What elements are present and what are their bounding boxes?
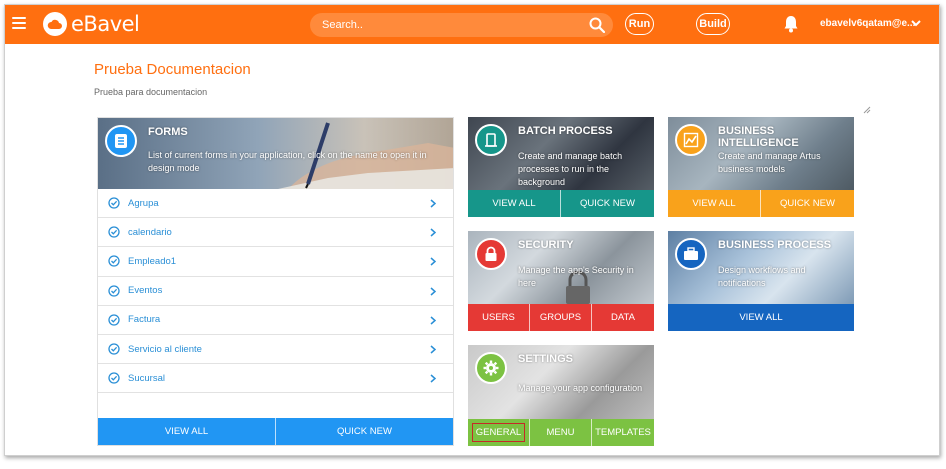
business-process-card: BUSINESS PROCESS Design workflows and no… <box>668 231 854 331</box>
chevron-right-icon <box>430 286 436 296</box>
check-circle-icon <box>108 314 120 326</box>
chevron-right-icon <box>430 345 436 354</box>
general-button-label: GENERAL <box>471 423 526 442</box>
list-item[interactable]: Sucursal <box>98 364 453 394</box>
settings-header: SETTINGS Manage your app configuration <box>468 345 654 419</box>
batch-process-title: BATCH PROCESS <box>518 125 613 137</box>
chevron-right-icon <box>430 228 436 237</box>
business-intelligence-header: BUSINESS INTELLIGENCE Create and manage … <box>668 117 854 190</box>
bell-icon[interactable] <box>783 15 799 33</box>
security-actions: USERS GROUPS DATA <box>468 304 654 331</box>
settings-title: SETTINGS <box>518 353 574 365</box>
gear-icon <box>475 352 507 384</box>
batch-process-description: Create and manage batch processes to run… <box>518 151 623 187</box>
build-button[interactable]: Build <box>696 13 730 35</box>
check-circle-icon <box>108 255 120 268</box>
list-item-label: calendario <box>128 226 172 238</box>
forms-description: List of current forms in your applicatio… <box>148 150 427 173</box>
bi-quick-new-button[interactable]: QUICK NEW <box>761 190 854 217</box>
forms-actions: VIEW ALL QUICK NEW <box>98 418 453 445</box>
document-icon <box>105 125 137 157</box>
batch-process-card: BATCH PROCESS Create and manage batch pr… <box>468 117 654 217</box>
settings-description: Manage your app configuration <box>518 383 643 393</box>
templates-button[interactable]: TEMPLATES <box>592 419 654 446</box>
bp-view-all-button[interactable]: VIEW ALL <box>668 304 854 331</box>
business-process-actions: VIEW ALL <box>668 304 854 331</box>
list-item-label: Empleado1 <box>128 255 177 267</box>
list-item[interactable]: Eventos <box>98 277 453 306</box>
page-title: Prueba Documentacion <box>94 61 251 78</box>
security-description: Manage the app's Security in here <box>518 265 634 288</box>
forms-title: FORMS <box>148 126 188 138</box>
top-bar: eBavel Run Build ebavelv6qatam@e... <box>5 5 939 44</box>
security-header: SECURITY Manage the app's Security in he… <box>468 231 654 304</box>
settings-actions: GENERAL MENU TEMPLATES <box>468 419 654 446</box>
business-process-description: Design workflows and notifications <box>718 265 806 288</box>
check-circle-icon <box>108 372 120 384</box>
business-intelligence-card: BUSINESS INTELLIGENCE Create and manage … <box>668 117 854 217</box>
check-circle-icon <box>108 285 120 297</box>
list-item-label: Factura <box>128 314 161 326</box>
search-box[interactable] <box>310 13 613 37</box>
check-circle-icon <box>108 197 120 209</box>
bi-view-all-button[interactable]: VIEW ALL <box>668 190 761 217</box>
list-item[interactable]: Agrupa <box>98 189 453 219</box>
list-item-label: Agrupa <box>128 197 159 209</box>
cloud-logo-icon <box>43 12 67 36</box>
briefcase-icon <box>675 238 707 270</box>
lock-icon <box>475 238 507 270</box>
list-item-label: Eventos <box>128 285 163 297</box>
check-circle-icon <box>108 343 120 355</box>
chevron-right-icon <box>430 316 436 325</box>
list-item[interactable]: Empleado1 <box>98 247 453 277</box>
batch-quick-new-button[interactable]: QUICK NEW <box>561 190 654 217</box>
search-input[interactable] <box>322 16 572 34</box>
batch-process-actions: VIEW ALL QUICK NEW <box>468 190 654 217</box>
app-window: eBavel Run Build ebavelv6qatam@e... Prue… <box>4 4 940 456</box>
check-circle-icon <box>108 226 120 238</box>
list-item[interactable]: Factura <box>98 306 453 335</box>
run-button[interactable]: Run <box>625 13 654 35</box>
batch-view-all-button[interactable]: VIEW ALL <box>468 190 561 217</box>
app-name: eBavel <box>71 12 140 36</box>
security-card: SECURITY Manage the app's Security in he… <box>468 231 654 331</box>
chevron-right-icon <box>430 374 436 383</box>
list-item-label: Sucursal <box>128 372 165 384</box>
forms-card: FORMS List of current forms in your appl… <box>97 117 454 446</box>
chevron-down-icon[interactable] <box>911 19 921 27</box>
forms-view-all-button[interactable]: VIEW ALL <box>98 418 276 445</box>
chevron-right-icon <box>430 257 436 266</box>
resize-grip-icon[interactable] <box>863 106 871 114</box>
security-title: SECURITY <box>518 239 574 251</box>
search-icon[interactable] <box>589 17 605 33</box>
business-process-title: BUSINESS PROCESS <box>718 239 832 251</box>
batch-icon <box>475 124 507 156</box>
page-subtitle: Prueba para documentacion <box>94 87 208 97</box>
user-menu[interactable]: ebavelv6qatam@e... <box>820 18 915 29</box>
menu-icon[interactable] <box>12 17 26 29</box>
list-item[interactable]: calendario <box>98 218 453 248</box>
list-item[interactable]: Servicio al cliente <box>98 335 453 365</box>
forms-quick-new-button[interactable]: QUICK NEW <box>276 418 453 445</box>
users-button[interactable]: USERS <box>468 304 530 331</box>
batch-process-header: BATCH PROCESS Create and manage batch pr… <box>468 117 654 190</box>
general-button[interactable]: GENERAL <box>468 419 530 446</box>
business-intelligence-actions: VIEW ALL QUICK NEW <box>668 190 854 217</box>
business-intelligence-title: BUSINESS INTELLIGENCE <box>718 125 799 149</box>
forms-list: Agrupa calendario Empleado1 Eventos Fact <box>98 189 453 394</box>
groups-button[interactable]: GROUPS <box>530 304 592 331</box>
list-item-label: Servicio al cliente <box>128 343 202 355</box>
data-button[interactable]: DATA <box>592 304 654 331</box>
forms-card-header: FORMS List of current forms in your appl… <box>98 118 453 189</box>
app-logo[interactable]: eBavel <box>43 11 140 37</box>
chart-icon <box>675 124 707 156</box>
business-intelligence-description: Create and manage Artus business models <box>718 151 821 174</box>
business-process-header: BUSINESS PROCESS Design workflows and no… <box>668 231 854 304</box>
menu-button[interactable]: MENU <box>530 419 592 446</box>
chevron-right-icon <box>430 199 436 208</box>
settings-card: SETTINGS Manage your app configuration G… <box>468 345 654 446</box>
